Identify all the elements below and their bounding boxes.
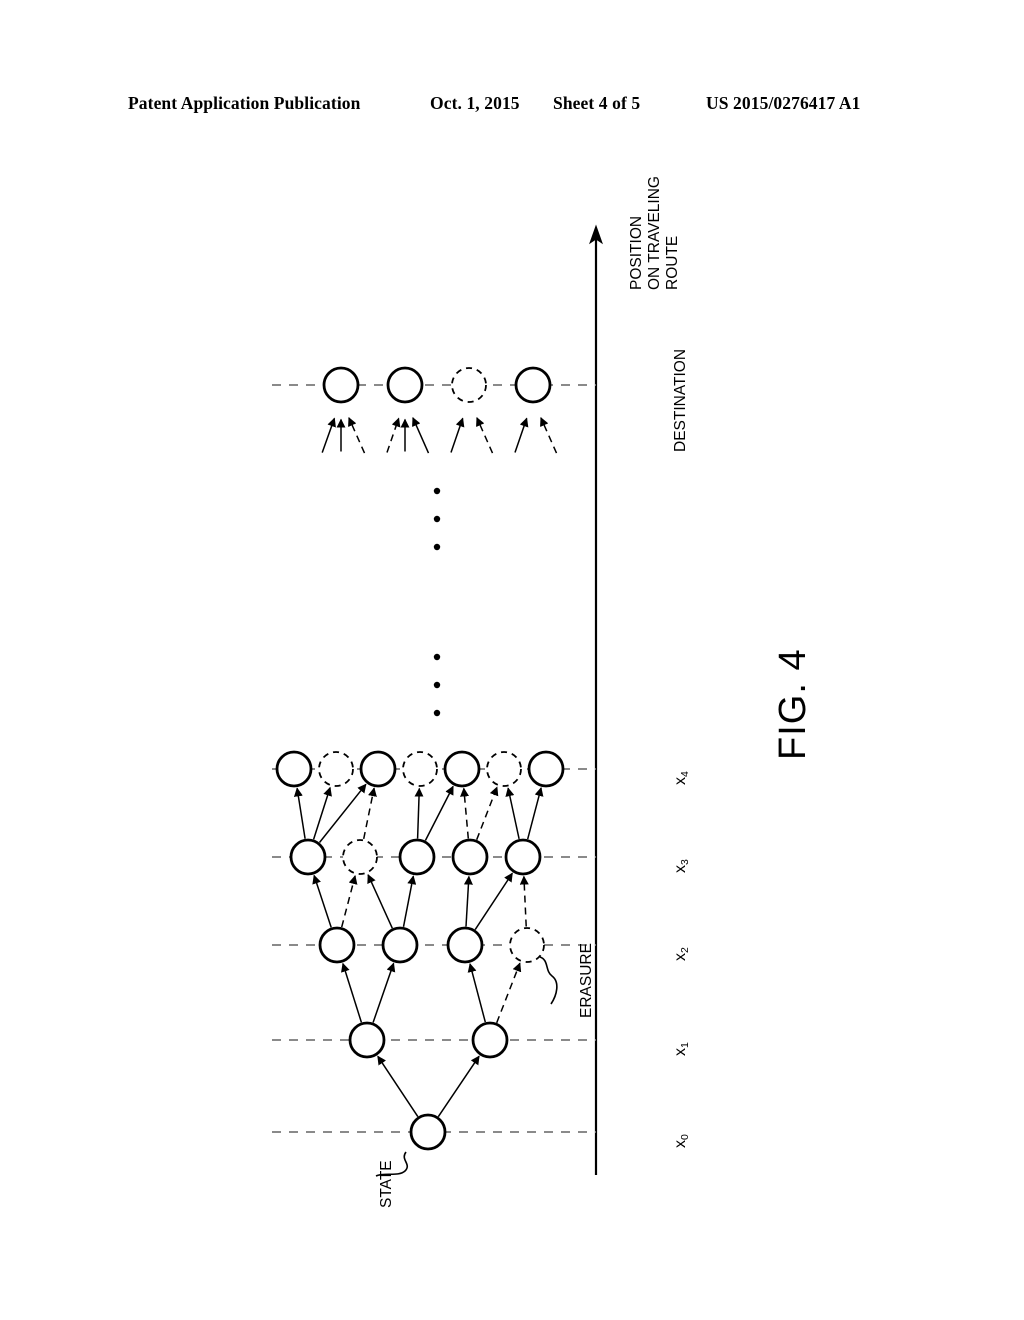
state-node-destination-3-erased	[451, 367, 487, 403]
transition-edge-solid-8	[367, 873, 393, 929]
tick-label-base: x	[672, 865, 689, 873]
axis-title-line-1: POSITION	[628, 215, 645, 290]
transition-edge-dashed-12	[519, 875, 529, 927]
state-nodes-group	[275, 366, 565, 1151]
transition-edge-solid-21	[505, 787, 520, 840]
state-callout-label: STATE	[378, 1160, 395, 1208]
state-node-x3-4	[451, 838, 489, 876]
tick-label-x3: x3	[672, 859, 691, 873]
transition-edge-solid-28	[412, 416, 430, 454]
state-node-x3-3	[398, 838, 436, 876]
tick-label-subscript: 3	[679, 859, 691, 865]
ellipsis-dot-1-1	[433, 487, 441, 495]
transition-edge-solid-9	[402, 875, 417, 927]
transition-edge-dashed-26	[386, 417, 401, 453]
tick-label-subscript: 0	[679, 1134, 691, 1140]
ellipsis-dot-2-1	[433, 653, 441, 661]
tick-label-x1: x1	[672, 1042, 691, 1056]
state-node-destination-2	[386, 366, 424, 404]
state-node-x4-6-erased	[486, 751, 522, 787]
state-node-x2-2	[381, 926, 419, 964]
state-node-x4-1	[275, 750, 313, 788]
erasure-leader-line	[539, 956, 558, 1005]
state-node-x2-4-erased	[509, 927, 545, 963]
tick-label-base: x	[672, 953, 689, 961]
state-node-destination-1	[322, 366, 360, 404]
state-node-x4-2-erased	[318, 751, 354, 787]
axis-title: POSITION ON TRAVELING ROUTE	[628, 176, 682, 290]
transition-edge-dashed-19	[460, 787, 470, 839]
ellipsis-dots-group	[433, 487, 441, 717]
transition-edge-solid-1	[437, 1055, 480, 1118]
transition-edge-solid-18	[424, 785, 454, 841]
state-node-x1-2	[471, 1021, 509, 1059]
position-axis	[589, 224, 603, 1175]
callout-leaders-group	[375, 956, 558, 1177]
figure-number-label: FIG. 4	[772, 648, 814, 760]
tick-label-x0: x0	[672, 1134, 691, 1148]
transition-edge-solid-0	[377, 1055, 419, 1118]
transition-edge-solid-29	[450, 417, 465, 453]
state-node-x4-5	[443, 750, 481, 788]
ellipsis-dot-1-3	[433, 543, 441, 551]
transition-edge-dashed-20	[476, 786, 499, 840]
transition-edge-solid-15	[318, 783, 367, 843]
state-node-x4-4-erased	[402, 751, 438, 787]
transition-edge-dashed-32	[540, 416, 558, 454]
transition-edge-solid-10	[463, 875, 473, 927]
transition-edge-dashed-30	[476, 416, 494, 454]
ellipsis-dot-2-3	[433, 709, 441, 717]
transition-edge-solid-3	[372, 962, 396, 1023]
state-node-x3-2-erased	[342, 839, 378, 875]
ellipsis-dot-1-2	[433, 515, 441, 523]
axis-title-line-2: ON TRAVELING	[646, 176, 663, 290]
transition-edge-solid-11	[474, 872, 513, 931]
tick-label-subscript: 1	[679, 1042, 691, 1048]
state-node-x0-1	[409, 1113, 447, 1151]
state-node-x2-3	[446, 926, 484, 964]
tick-label-x2: x2	[672, 947, 691, 961]
tick-label-base: x	[672, 1048, 689, 1056]
transition-edge-solid-2	[341, 962, 363, 1023]
state-node-x2-1	[318, 926, 356, 964]
transition-edge-dashed-16	[362, 787, 377, 840]
erasure-callout-label: ERASURE	[578, 943, 595, 1018]
ellipsis-dot-2-2	[433, 681, 441, 689]
tick-label-base: x	[672, 1140, 689, 1148]
tick-label-x4: x4	[672, 771, 691, 785]
state-node-x1-1	[348, 1021, 386, 1059]
transition-edge-solid-22	[526, 787, 544, 840]
transition-edge-dashed-7	[340, 875, 358, 928]
axis-title-line-3: ROUTE	[664, 235, 681, 290]
transition-edge-solid-17	[414, 787, 424, 839]
transition-edge-dashed-5	[496, 962, 522, 1024]
transition-edge-solid-4	[467, 963, 487, 1023]
figure-4-drawing: POSITION ON TRAVELING ROUTE DESTINATION …	[0, 0, 1024, 1320]
trellis-diagram-svg	[272, 224, 603, 1177]
state-node-x4-3	[359, 750, 397, 788]
transition-edge-dashed-25	[348, 416, 366, 454]
tick-label-subscript: 4	[679, 771, 691, 777]
destination-tick-label: DESTINATION	[672, 348, 689, 452]
transition-edge-solid-6	[312, 874, 332, 928]
transition-edge-solid-23	[321, 417, 336, 453]
transition-edge-solid-13	[293, 787, 306, 839]
transition-edge-solid-31	[514, 417, 529, 453]
tick-label-base: x	[672, 777, 689, 785]
state-node-x3-1	[289, 838, 327, 876]
state-node-destination-4	[514, 366, 552, 404]
tick-label-subscript: 2	[679, 947, 691, 953]
state-node-x4-7	[527, 750, 565, 788]
state-node-x3-5	[504, 838, 542, 876]
